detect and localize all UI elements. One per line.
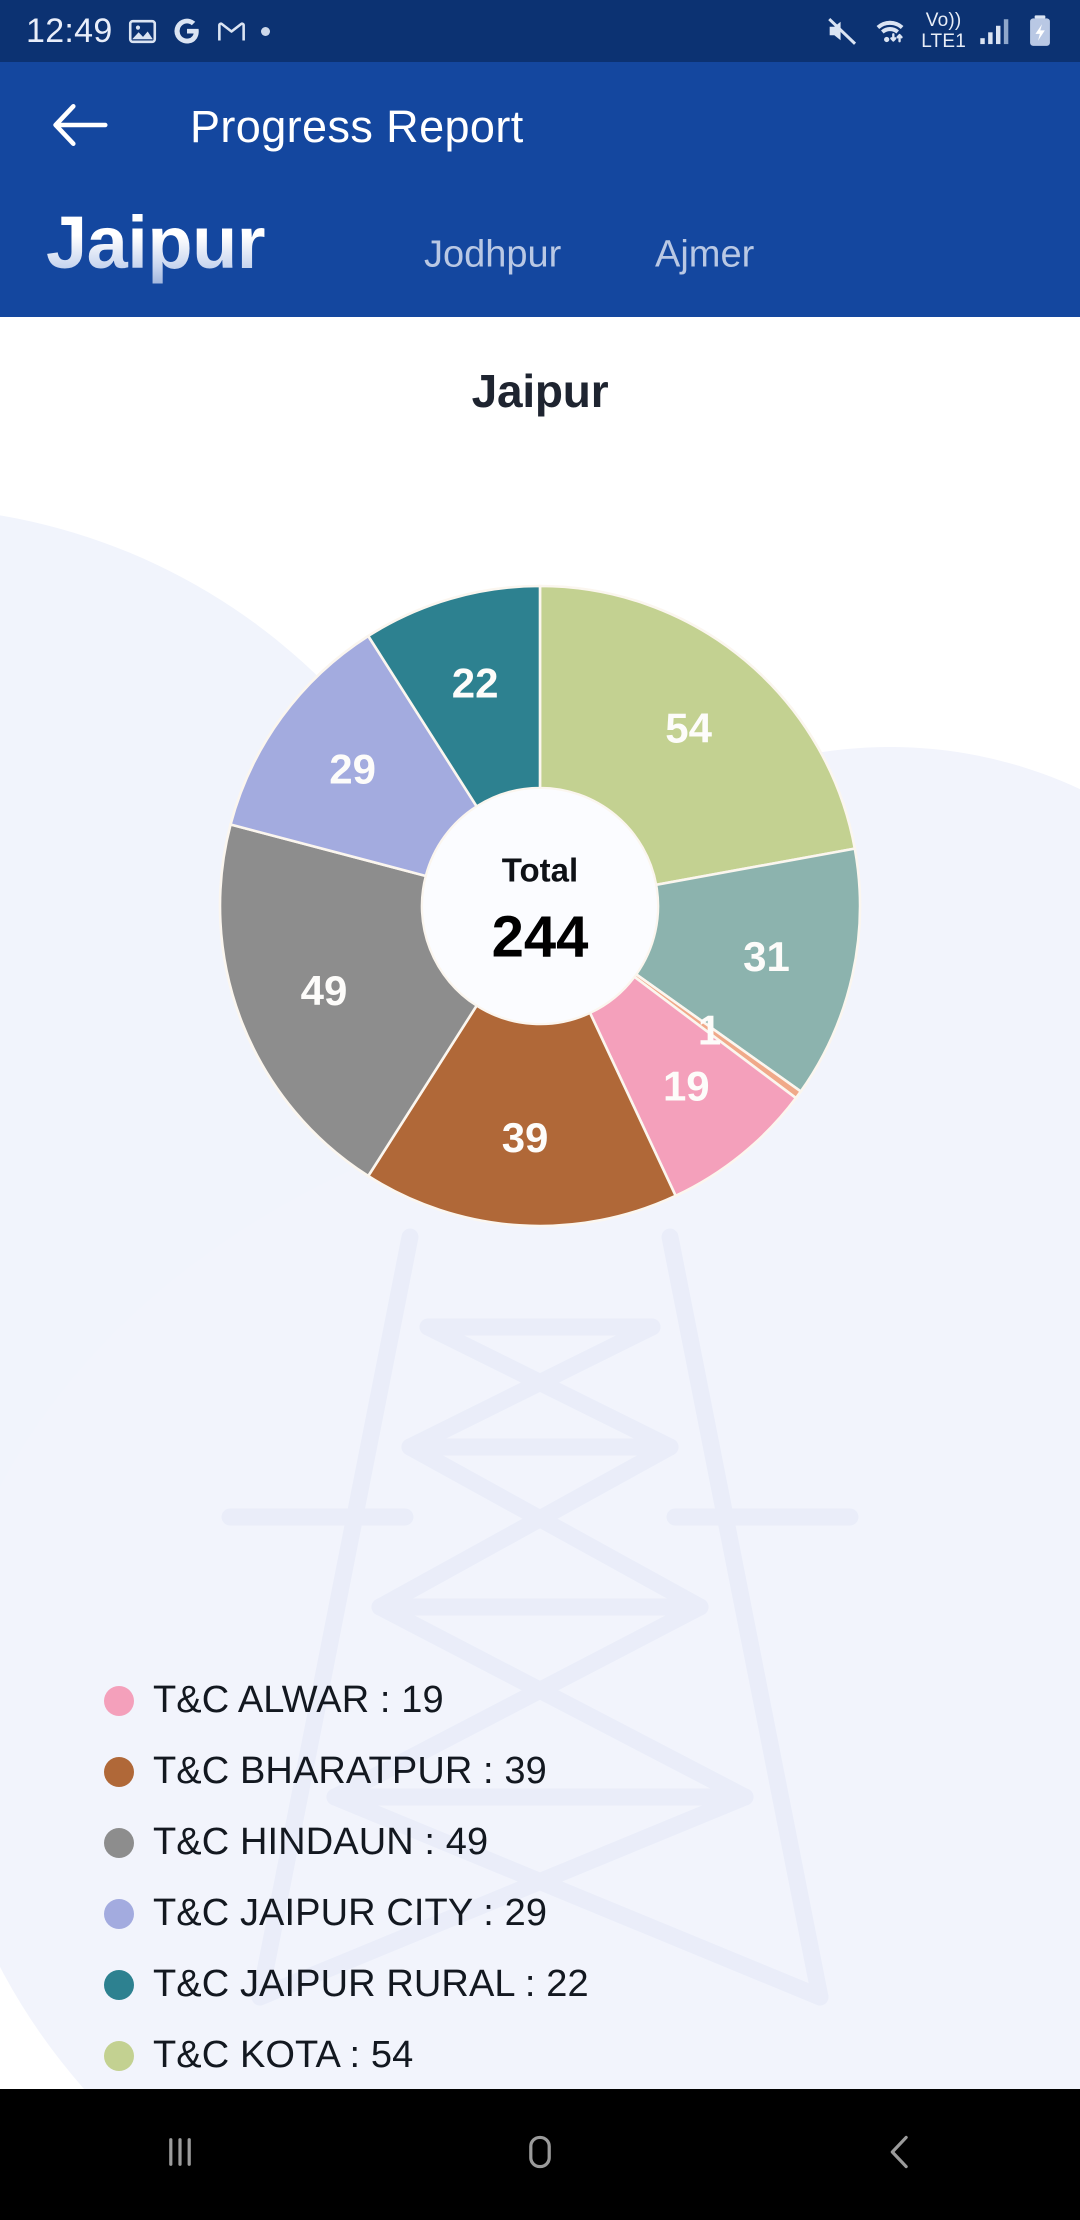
legend-color-swatch: [104, 1685, 134, 1716]
donut-center-label: Total: [502, 852, 578, 889]
mute-icon: [825, 14, 859, 48]
page-title: Jaipur: [471, 365, 609, 417]
battery-charging-icon: [1026, 14, 1054, 48]
volte-label-bottom: LTE1: [921, 31, 966, 52]
status-bar-clock: 12:49: [26, 11, 113, 50]
legend-label: T&C BHARATPUR : 39: [153, 1750, 547, 1792]
android-nav-bar: [0, 2089, 1080, 2220]
chart-legend: T&C ALWAR : 19 T&C BHARATPUR : 39 T&C HIND…: [104, 1665, 1024, 2089]
app-bar: Progress Report Jaipur Jodhpur Ajmer: [0, 62, 1080, 317]
legend-item: T&C BHARATPUR : 39: [104, 1736, 1024, 1807]
legend-color-swatch: [104, 2040, 134, 2071]
city-tab-bar: Jaipur Jodhpur Ajmer: [0, 192, 1080, 317]
donut-slice-label: 39: [502, 1114, 549, 1161]
volte-icon: Vo)) LTE1: [921, 11, 966, 51]
tab-ajmer[interactable]: Ajmer: [655, 233, 754, 276]
recents-button[interactable]: [0, 2089, 360, 2220]
wifi-icon: [872, 14, 908, 48]
donut-slice-label: 22: [452, 660, 499, 707]
legend-item: T&C JAIPUR CITY : 29: [104, 1878, 1024, 1949]
home-icon: [517, 2129, 563, 2180]
legend-color-swatch: [104, 1969, 134, 2000]
notification-dot-icon: [260, 26, 270, 36]
back-icon: [877, 2129, 923, 2180]
legend-color-swatch: [104, 1898, 134, 1929]
legend-label: T&C JAIPUR RURAL : 22: [153, 1963, 589, 2005]
signal-icon: [979, 16, 1013, 46]
back-arrow-icon: [50, 102, 110, 153]
gmail-icon: [216, 16, 247, 47]
legend-label: T&C JAIPUR CITY : 29: [153, 1892, 548, 1934]
google-icon: [172, 16, 202, 46]
donut-slice-label: 31: [743, 933, 790, 980]
donut-slice-label: 19: [663, 1063, 710, 1110]
legend-item: T&C ALWAR : 19: [104, 1665, 1024, 1736]
status-bar-right: Vo)) LTE1: [825, 11, 1054, 51]
app-bar-top-row: Progress Report: [0, 62, 1080, 192]
back-button[interactable]: [42, 89, 118, 165]
legend-label: T&C KOTA : 54: [153, 2034, 414, 2076]
report-content: Jaipur Total 244 54 31 1 19 39 49 29 22 T&C ALW…: [0, 317, 1080, 2089]
volte-label-top: Vo)): [925, 10, 962, 31]
home-button[interactable]: [360, 2089, 720, 2220]
recents-icon: [157, 2129, 203, 2180]
nav-back-button[interactable]: [720, 2089, 1080, 2220]
donut-center-value: 244: [492, 905, 589, 970]
status-bar-left: 12:49: [26, 12, 270, 51]
donut-slice-label: 49: [301, 967, 348, 1014]
legend-color-swatch: [104, 1827, 134, 1858]
progress-donut-chart: Total 244 54 31 1 19 39 49 29 22: [190, 556, 890, 1256]
page-header-title: Progress Report: [190, 101, 524, 152]
legend-item: T&C KOTA : 54: [104, 2020, 1024, 2089]
phone-screen: 12:49 Vo)) LTE1 Progress Report Jaipur J…: [0, 0, 1080, 2220]
donut-slice-label: 29: [329, 746, 376, 793]
donut-slice-label: 1: [698, 1006, 721, 1053]
tab-jodhpur[interactable]: Jodhpur: [424, 233, 561, 276]
legend-item: T&C HINDAUN : 49: [104, 1807, 1024, 1878]
tab-jaipur[interactable]: Jaipur: [46, 200, 266, 285]
legend-label: T&C ALWAR : 19: [153, 1679, 444, 1721]
legend-color-swatch: [104, 1756, 134, 1787]
donut-svg: Total 244 54 31 1 19 39 49 29 22: [218, 584, 862, 1228]
legend-label: T&C HINDAUN : 49: [153, 1821, 489, 1863]
legend-item: T&C JAIPUR RURAL : 22: [104, 1949, 1024, 2020]
photo-icon: [127, 16, 158, 47]
status-bar: 12:49 Vo)) LTE1: [0, 0, 1080, 62]
donut-slice-label: 54: [665, 704, 712, 751]
